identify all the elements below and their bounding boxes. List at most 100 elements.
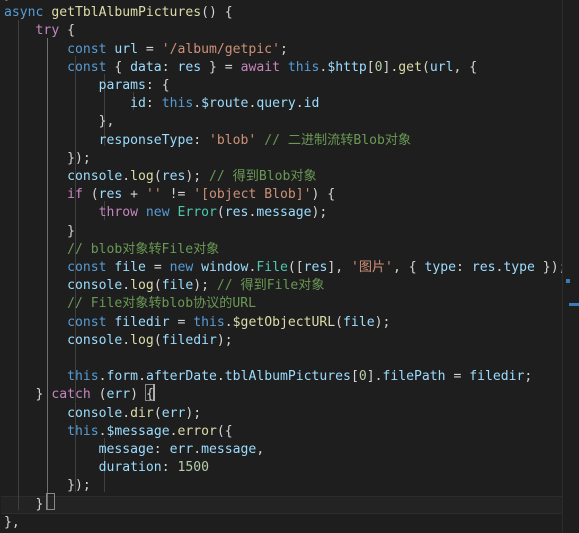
code-token-var: res — [161, 169, 186, 184]
code-token-pun: ( — [153, 169, 162, 184]
code-line[interactable] — [0, 350, 563, 368]
code-line-text: console.log(res); // 得到Blob对象 — [0, 168, 563, 186]
code-surface[interactable]: }, async getTblAlbumPictures() { try { co… — [0, 0, 563, 533]
code-line[interactable]: async getTblAlbumPictures() { — [0, 4, 563, 22]
code-token-pun: ); — [185, 405, 202, 421]
code-token-ctl: try — [35, 23, 60, 39]
code-token-var: res — [224, 205, 249, 221]
code-token-pun: ; — [524, 369, 533, 385]
code-token-fn: log — [130, 332, 154, 348]
code-token-pun: ([ — [287, 260, 304, 275]
code-line-text: }); — [0, 150, 563, 168]
code-token-str: '/album/getpic' — [161, 41, 280, 57]
code-token-pun: ; — [279, 41, 288, 57]
code-line[interactable]: const filedir = this.$getObjectURL(file)… — [0, 314, 563, 332]
code-line[interactable]: } — [0, 495, 563, 514]
code-token-var: message — [98, 442, 154, 457]
code-line[interactable]: }, — [0, 113, 563, 131]
code-token-pun: ( — [153, 332, 162, 348]
code-token-pun — [138, 205, 146, 220]
code-token-pun — [4, 296, 67, 311]
code-token-var: url — [114, 41, 139, 57]
code-token-str: '' — [145, 187, 162, 203]
code-token-pun — [4, 96, 130, 111]
code-token-var: res — [177, 59, 202, 75]
code-token-pun — [4, 23, 36, 38]
code-token-pun — [193, 260, 201, 275]
code-line[interactable]: duration: 1500 — [0, 459, 563, 477]
code-line-text: const { data: res } = await this.$http[0… — [0, 59, 563, 77]
code-token-pun — [4, 333, 67, 348]
code-line[interactable]: try { — [0, 22, 563, 40]
code-line[interactable]: }, — [0, 514, 563, 532]
code-token-pun: }); — [4, 150, 91, 166]
code-line[interactable]: console.dir(err); — [0, 405, 563, 423]
code-line-text: if (res + '' != '[object Blob]') { — [0, 186, 563, 204]
code-token-var: url — [429, 59, 454, 75]
code-line[interactable]: }); — [0, 150, 563, 168]
code-line[interactable]: message: err.message, — [0, 441, 563, 459]
code-line-text: async getTblAlbumPictures() { — [0, 4, 563, 22]
code-line[interactable]: this.form.afterDate.tblAlbumPictures[0].… — [0, 368, 563, 386]
code-line[interactable]: // File对象转blob协议的URL — [0, 295, 563, 313]
overview-ruler[interactable] — [562, 0, 579, 533]
code-line[interactable]: params: { — [0, 77, 563, 95]
code-token-var: file — [343, 314, 375, 330]
code-line[interactable]: throw new Error(res.message); — [0, 204, 563, 222]
code-line-text: } — [0, 496, 563, 514]
code-token-var: console — [67, 405, 123, 421]
code-token-pun: . — [98, 369, 107, 385]
code-token-pun: { — [106, 59, 131, 75]
code-token-var: file — [161, 278, 194, 294]
code-line[interactable]: } catch (err) { — [0, 386, 563, 404]
code-token-fn: $getObjectURL — [232, 314, 336, 330]
code-token-var: err — [169, 442, 194, 457]
code-line-text: const file = new window.File([res], '图片'… — [0, 259, 563, 277]
code-line-text: console.log(file); // 得到File对象 — [0, 277, 563, 295]
code-token-num: 0 — [358, 369, 367, 385]
code-token-pun: : — [456, 260, 472, 275]
code-token-kw: new — [145, 205, 170, 221]
code-token-str: 'blob' — [209, 132, 257, 148]
code-token-pun — [4, 460, 99, 475]
code-token-pun: = — [138, 41, 162, 57]
code-line[interactable]: const url = '/album/getpic'; — [0, 41, 563, 59]
code-token-pun: ( — [153, 405, 162, 421]
code-token-var: tblAlbumPictures — [224, 369, 351, 385]
code-line[interactable]: console.log(res); // 得到Blob对象 — [0, 168, 563, 186]
code-line[interactable]: const { data: res } = await this.$http[0… — [0, 59, 563, 77]
code-token-pun: ( — [82, 187, 99, 203]
code-token-pun: ]. — [366, 369, 383, 385]
code-token-pun: }, — [4, 114, 115, 130]
code-line[interactable]: } — [0, 223, 563, 241]
code-token-pun — [4, 406, 67, 421]
code-token-var: console — [67, 332, 123, 348]
code-line[interactable]: responseType: 'blob' // 二进制流转Blob对象 — [0, 132, 563, 150]
code-token-pun: } — [4, 387, 52, 403]
code-token-var: message — [256, 205, 312, 221]
code-token-pun: }); — [542, 260, 563, 275]
code-line[interactable]: }); — [0, 477, 563, 495]
code-line[interactable]: this.$message.error({ — [0, 423, 563, 441]
code-line-text: }, — [0, 113, 563, 131]
code-line[interactable]: // blob对象转File对象 — [0, 241, 563, 259]
code-token-kw: this — [161, 96, 194, 112]
code-token-pun: }); — [4, 478, 91, 494]
code-token-pun: ); — [216, 332, 233, 348]
code-line[interactable]: console.log(file); // 得到File对象 — [0, 277, 563, 295]
code-token-var: console — [67, 169, 123, 184]
code-line[interactable]: id: this.$route.query.id — [0, 95, 563, 113]
code-token-pun: = — [445, 369, 470, 385]
code-token-var: filedir — [161, 332, 217, 348]
code-token-num: 0 — [374, 59, 383, 75]
code-token-kw: const — [67, 314, 107, 330]
code-token-pun: , — [256, 442, 265, 457]
code-line[interactable]: if (res + '' != '[object Blob]') { — [0, 186, 563, 204]
ruler-change-mark — [566, 279, 570, 283]
code-line[interactable]: console.log(filedir); — [0, 332, 563, 350]
code-line[interactable]: const file = new window.File([res], '图片'… — [0, 259, 563, 277]
code-token-fn: log — [130, 278, 154, 294]
code-editor[interactable]: }, async getTblAlbumPictures() { try { co… — [0, 0, 579, 533]
code-token-pun: : — [161, 460, 178, 476]
code-token-kw: const — [67, 260, 107, 275]
